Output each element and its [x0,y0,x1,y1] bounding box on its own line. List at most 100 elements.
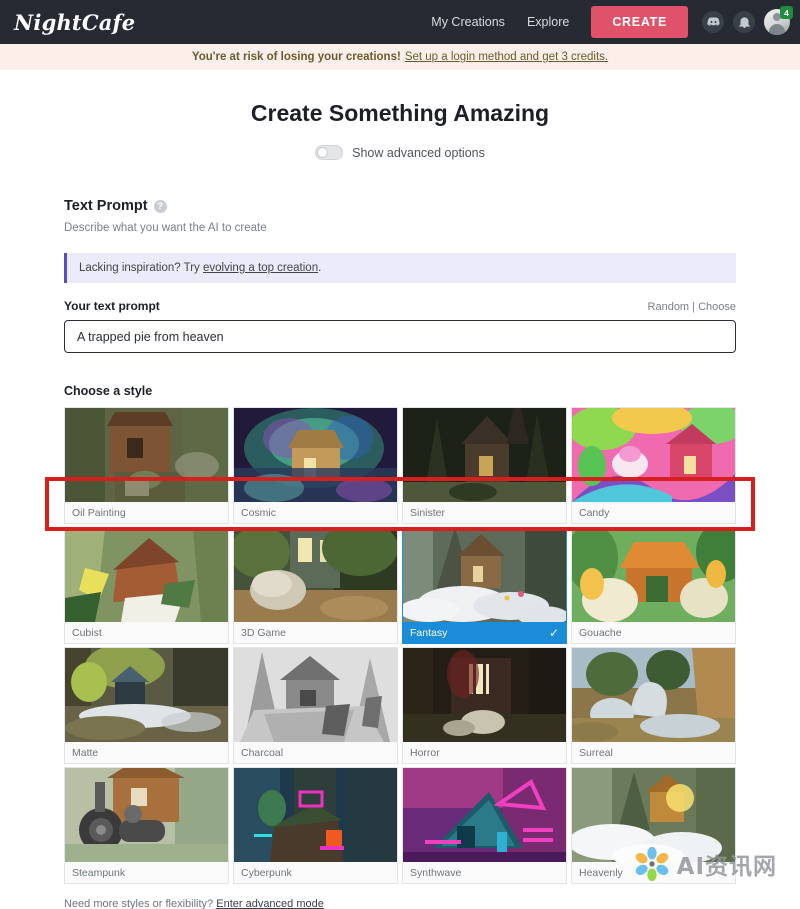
style-tile-steampunk[interactable]: Steampunk [64,767,229,884]
style-label-text: Synthwave [410,866,462,879]
style-tile-label: Charcoal [234,742,397,763]
question-mark-icon[interactable]: ? [153,199,167,213]
style-tile-label: Cyberpunk [234,862,397,883]
nightcafe-logo[interactable]: NightCafe [14,10,135,35]
create-button[interactable]: CREATE [591,6,688,38]
style-label-text: Matte [72,746,99,759]
style-tile-charcoal[interactable]: Charcoal [233,647,398,764]
show-advanced-options-toggle[interactable] [315,145,344,160]
page-body: Create Something Amazing Show advanced o… [0,100,800,909]
style-thumbnail [234,408,397,502]
style-tile-oil-painting[interactable]: Oil Painting [64,407,229,524]
style-thumbnail [403,648,566,742]
style-tile-sinister[interactable]: Sinister [402,407,567,524]
avatar[interactable]: 4 [764,6,793,35]
style-tile-label: Gouache [572,622,735,643]
style-label-text: Fantasy [410,626,448,639]
style-thumbnail [234,768,397,862]
warning-banner-link[interactable]: Set up a login method and get 3 credits. [405,51,608,63]
style-tile-label: Fantasy ✓ [403,622,566,643]
style-grid: Oil Painting Cosmic Sinister Candy Cubis… [64,407,736,884]
style-thumbnail [65,768,228,862]
choose-a-style-label: Choose a style [64,384,153,398]
style-thumbnail [572,408,735,502]
enter-advanced-mode-link[interactable]: Enter advanced mode [216,898,324,909]
style-tile-label: Cosmic [234,502,397,523]
discord-icon[interactable] [702,11,724,33]
style-label-text: Surreal [579,746,613,759]
style-label-text: Horror [410,746,440,759]
inspiration-prefix: Lacking inspiration? Try [79,262,204,274]
style-tile-matte[interactable]: Matte [64,647,229,764]
style-thumbnail [403,528,566,622]
style-label-text: Cubist [72,626,102,639]
toggle-knob [317,147,329,158]
style-tile-label: Oil Painting [65,502,228,523]
style-label-text: 3D Game [241,626,286,639]
style-tile-label: Synthwave [403,862,566,883]
style-tile-cubist[interactable]: Cubist [64,527,229,644]
style-label-text: Oil Painting [72,506,126,519]
style-thumbnail [65,408,228,502]
warning-banner-text: You're at risk of losing your creations! [191,51,401,63]
bell-icon[interactable] [733,11,755,33]
style-tile-cyberpunk[interactable]: Cyberpunk [233,767,398,884]
style-thumbnail [572,528,735,622]
style-tile-label: Surreal [572,742,735,763]
style-label-text: Gouache [579,626,622,639]
page-title: Create Something Amazing [250,100,550,126]
inspiration-link[interactable]: evolving a top creation [203,262,318,274]
prompt-actions: Random | Choose [648,301,736,313]
style-tile-label: Candy [572,502,735,523]
nav-link-my-creations[interactable]: My Creations [431,15,505,29]
choose-prompt-button[interactable]: Choose [698,301,736,313]
style-tile-cosmic[interactable]: Cosmic [233,407,398,524]
inspiration-banner: Lacking inspiration? Try evolving a top … [64,253,736,283]
style-tile-horror[interactable]: Horror [402,647,567,764]
style-thumbnail [65,528,228,622]
watermark: AI资讯网 [634,846,777,882]
nav-link-explore[interactable]: Explore [527,15,569,29]
style-label-text: Heavenly [579,866,623,879]
text-prompt-input[interactable] [64,320,736,353]
style-label-text: Cyberpunk [241,866,292,879]
style-tile-label: Cubist [65,622,228,643]
style-label-text: Charcoal [241,746,284,759]
avatar-credit-badge: 4 [780,6,793,19]
style-tile-gouache[interactable]: Gouache [571,527,736,644]
warning-banner: You're at risk of losing your creations!… [0,44,800,70]
prompt-actions-divider: | [689,301,699,313]
style-label-text: Candy [579,506,610,519]
style-label-text: Sinister [410,506,446,519]
top-navbar: NightCafe My Creations Explore CREATE 4 [0,0,800,44]
show-advanced-options-label: Show advanced options [352,145,485,160]
style-tile-surreal[interactable]: Surreal [571,647,736,764]
check-icon: ✓ [548,625,559,640]
advanced-mode-note: Need more styles or flexibility? Enter a… [64,898,736,909]
random-prompt-button[interactable]: Random [648,301,690,313]
style-thumbnail [234,648,397,742]
style-tile-fantasy[interactable]: Fantasy ✓ [402,527,567,644]
style-label-text: Cosmic [241,506,277,519]
style-thumbnail [403,408,566,502]
style-tile-synthwave[interactable]: Synthwave [402,767,567,884]
style-tile-label: Matte [65,742,228,763]
advanced-options-row: Show advanced options [0,145,800,160]
style-tile-3d-game[interactable]: 3D Game [233,527,398,644]
prompt-label: Your text prompt [64,299,160,313]
style-tile-label: Sinister [403,502,566,523]
style-label-text: Steampunk [72,866,126,879]
main-content: Text Prompt ? Describe what you want the… [45,198,755,909]
style-tile-candy[interactable]: Candy [571,407,736,524]
text-prompt-subtitle: Describe what you want the AI to create [64,222,267,234]
inspiration-suffix: . [318,262,322,274]
style-thumbnail [572,648,735,742]
advanced-mode-note-text: Need more styles or flexibility? [64,898,217,909]
style-thumbnail [403,768,566,862]
style-thumbnail [234,528,397,622]
style-tile-label: Horror [403,742,566,763]
text-prompt-header: Text Prompt ? [64,198,736,214]
watermark-logo-icon [635,846,668,882]
watermark-text: AI资讯网 [676,854,777,880]
style-tile-label: 3D Game [234,622,397,643]
